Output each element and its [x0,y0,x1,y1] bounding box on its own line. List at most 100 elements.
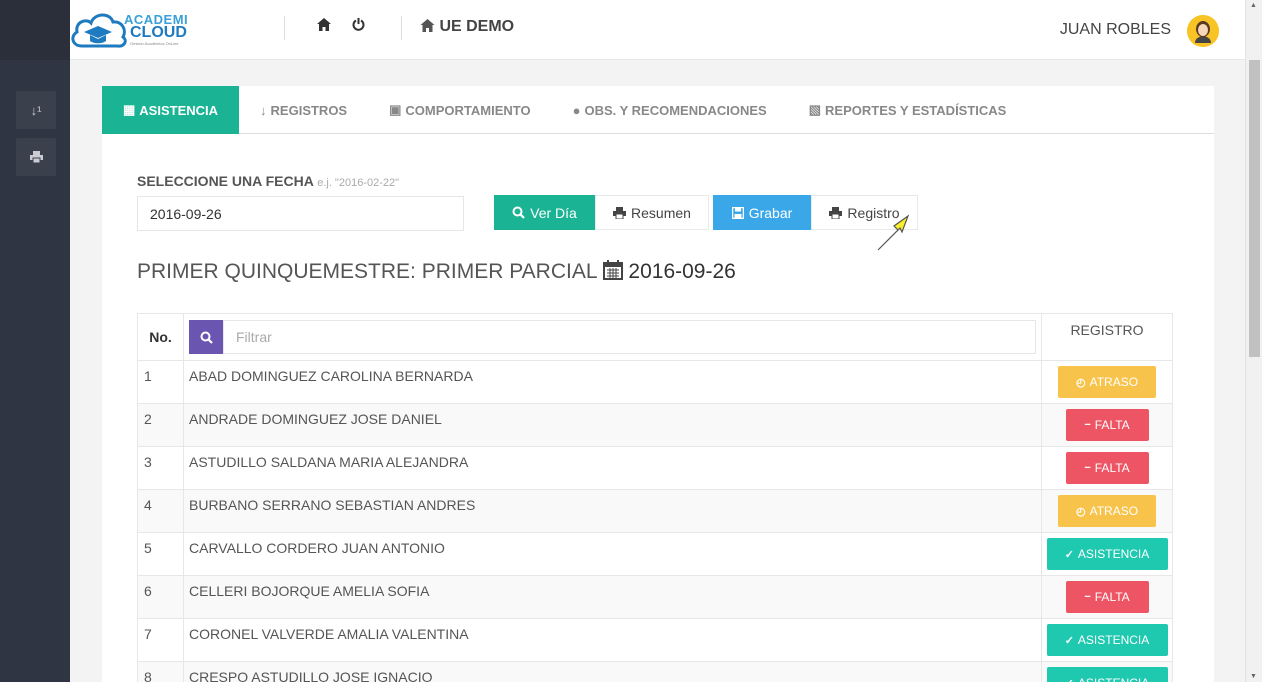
status-label: FALTA [1094,590,1130,604]
check-icon: ✓ [1064,634,1074,647]
status-label: ASISTENCIA [1077,547,1150,561]
logo-tagline: Gestión Académica OnLine [130,41,179,46]
status-label: FALTA [1094,418,1130,432]
search-icon[interactable] [189,320,223,354]
page-scrollbar[interactable]: ▲ ▼ [1245,0,1262,682]
row-number: 7 [137,618,184,662]
status-falta-button[interactable]: − FALTA [1065,409,1149,441]
user-avatar[interactable] [1187,15,1219,47]
date-label-text: SELECCIONE UNA FECHA [137,173,314,189]
calendar-icon [602,260,623,280]
student-name: CARVALLO CORDERO JUAN ANTONIO [183,532,1042,576]
col-header-registro: REGISTRO [1041,313,1173,361]
status-asistencia-button[interactable]: ✓ASISTENCIA [1046,624,1168,656]
tabs-bar: ▦ ASISTENCIA ↓ REGISTROS ▣ COMPORTAMIENT… [102,86,1214,134]
status-atraso-button[interactable]: ◴ ATRASO [1058,366,1156,398]
sort-icon[interactable]: ↓¹ [16,91,56,129]
status-atraso-button[interactable]: ◴ ATRASO [1058,495,1156,527]
filter-input[interactable] [223,320,1036,354]
status-label: FALTA [1094,461,1130,475]
period-date: 2016-09-26 [628,260,736,283]
comment-icon: ▣ [389,102,402,117]
student-name: ANDRADE DOMINGUEZ JOSE DANIEL [183,403,1042,447]
clock-icon: ◴ [1075,505,1086,518]
tab-label: ASISTENCIA [139,102,219,118]
student-name: CELLERI BOJORQUE AMELIA SOFIA [183,575,1042,619]
grabar-label: Grabar [748,204,793,221]
date-select-label: SELECCIONE UNA FECHA e.j. "2016-02-22" [137,173,399,189]
home-icon [420,19,435,32]
attendance-table: No. REGISTRO 1ABAD DOMINGUEZ CAROLINA BE… [137,313,1173,682]
row-number: 1 [137,360,184,404]
sidebar-top [0,0,70,60]
status-cell: ◴ ATRASO [1041,360,1173,404]
student-name: ASTUDILLO SALDANA MARIA ALEJANDRA [183,446,1042,490]
date-input[interactable] [137,196,464,231]
status-falta-button[interactable]: − FALTA [1065,581,1149,613]
row-number: 2 [137,403,184,447]
attendance-panel: ▦ ASISTENCIA ↓ REGISTROS ▣ COMPORTAMIENT… [102,86,1214,682]
status-cell: ◴ ATRASO [1041,489,1173,533]
check-icon: ✓ [1065,677,1074,682]
tab-label: OBS. Y RECOMENDACIONES [584,102,767,118]
bar-chart-icon: ▧ [808,102,822,117]
minus-icon: − [1084,462,1091,474]
header-divider [284,16,285,40]
tab-registros[interactable]: ↓ REGISTROS [239,86,368,134]
table-row: 3 ASTUDILLO SALDANA MARIA ALEJANDRA − FALTA [137,446,1173,490]
status-cell: ✓ASISTENCIA [1041,532,1173,576]
date-hint: e.j. "2016-02-22" [317,177,400,189]
search-icon [512,206,525,219]
table-row: 2 ANDRADE DOMINGUEZ JOSE DANIEL − FALTA [137,403,1173,447]
grabar-button[interactable]: Grabar [713,195,811,230]
tab-asistencia[interactable]: ▦ ASISTENCIA [102,86,240,134]
ver-dia-label: Ver Día [530,204,577,221]
status-cell: − FALTA [1041,446,1173,490]
pointer-arrow-icon [877,214,910,251]
tab-observaciones[interactable]: ● OBS. Y RECOMENDACIONES [552,86,788,134]
tab-label: REGISTROS [270,102,348,118]
student-name: CRESPO ASTUDILLO JOSE IGNACIO [183,661,1042,682]
school-name: UE DEMO [439,18,515,35]
tab-reportes[interactable]: ▧ REPORTES Y ESTADÍSTICAS [788,86,1028,134]
status-falta-button[interactable]: − FALTA [1065,452,1149,484]
print-icon [829,206,843,219]
save-icon [731,206,744,219]
home-icon[interactable] [317,18,331,34]
scroll-up-icon[interactable]: ▲ [1250,2,1257,9]
row-number: 6 [137,575,184,619]
print-icon [613,206,627,219]
minus-icon: − [1084,591,1091,603]
status-label: ATRASO [1089,375,1139,389]
tab-comportamiento[interactable]: ▣ COMPORTAMIENTO [368,86,551,134]
check-icon: ✓ [1064,548,1074,561]
sort-numeric-icon: ↓ [260,102,267,118]
status-label: ASISTENCIA [1078,676,1149,682]
table-row: 6 CELLERI BOJORQUE AMELIA SOFIA − FALTA [137,575,1173,619]
resumen-button[interactable]: Resumen [595,195,709,230]
status-cell: − FALTA [1041,575,1173,619]
student-name: ABAD DOMINGUEZ CAROLINA BERNARDA [183,360,1042,404]
status-cell: ✓ ASISTENCIA [1041,661,1173,682]
status-cell: − FALTA [1041,403,1173,447]
school-title[interactable]: UE DEMO [420,18,514,36]
status-asistencia-button[interactable]: ✓ASISTENCIA [1046,538,1168,570]
student-name: CORONEL VALVERDE AMALIA VALENTINA [183,618,1042,662]
table-row: 7 CORONEL VALVERDE AMALIA VALENTINA ✓ ASIST… [137,618,1173,662]
calendar-icon: ▦ [123,102,136,117]
academicloud-logo[interactable]: ACADEMI CLOUD Gestión Académica OnLine [70,8,200,52]
status-asistencia-button[interactable]: ✓ ASISTENCIA [1046,667,1168,682]
scrollbar-thumb[interactable] [1249,60,1260,357]
student-name: BURBANO SERRANO SEBASTIAN ANDRES [183,489,1042,533]
user-name[interactable]: JUAN ROBLES [1060,21,1171,39]
scroll-down-icon[interactable]: ▼ [1250,673,1257,680]
print-icon[interactable] [16,138,56,176]
table-header-row: No. REGISTRO [137,313,1173,361]
resumen-label: Resumen [631,204,691,221]
period-title: PRIMER QUINQUEMESTRE: PRIMER PARCIAL 201… [137,260,736,284]
power-icon[interactable] [352,18,365,34]
minus-icon: − [1084,419,1091,431]
status-cell: ✓ASISTENCIA [1041,618,1173,662]
ver-dia-button[interactable]: Ver Día [494,195,595,230]
tab-label: COMPORTAMIENTO [405,102,531,118]
